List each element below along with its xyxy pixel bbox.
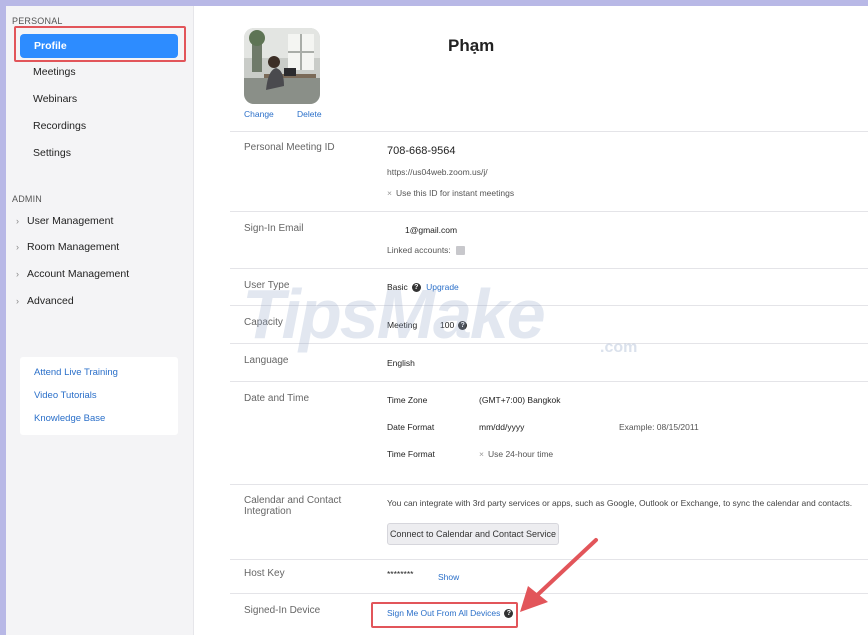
sidebar-item-settings[interactable]: Settings [19, 141, 179, 165]
host-key-label: Host Key [244, 568, 285, 579]
sidebar-item-label: Room Management [27, 241, 120, 253]
divider [230, 381, 868, 382]
divider [230, 305, 868, 306]
sidebar-item-room-management[interactable]: › Room Management [16, 241, 119, 253]
date-format-example: Example: 08/15/2011 [619, 422, 699, 432]
pmi-label: Personal Meeting ID [244, 142, 335, 153]
pmi-value: 708-668-9564 [387, 145, 456, 157]
date-time-label: Date and Time [244, 393, 310, 404]
sidebar-item-user-management[interactable]: › User Management [16, 215, 113, 227]
pmi-instant-option-text: Use this ID for instant meetings [395, 188, 515, 198]
annotation-arrow-icon [520, 538, 598, 612]
chevron-right-icon: › [16, 269, 19, 279]
profile-main: Change Delete Phạm Personal Meeting ID 7… [194, 6, 868, 635]
help-links-panel: Attend Live Training Video Tutorials Kno… [20, 357, 178, 435]
delete-photo-link[interactable]: Delete [297, 109, 322, 119]
sidebar: PERSONAL Profile Meetings Webinars Recor… [6, 6, 194, 635]
user-type-label: User Type [244, 280, 290, 291]
personal-section-label: PERSONAL [12, 16, 63, 26]
signed-in-device-label: Signed-In Device [244, 605, 321, 616]
calendar-label-line1: Calendar and Contact [244, 495, 342, 506]
linked-accounts-label: Linked accounts: [387, 245, 451, 255]
sidebar-item-webinars[interactable]: Webinars [19, 87, 179, 111]
attend-live-training-link[interactable]: Attend Live Training [34, 367, 118, 378]
time-format-label: Time Format [387, 449, 435, 459]
divider [230, 131, 868, 132]
calendar-description: You can integrate with 3rd party service… [387, 498, 853, 508]
chevron-right-icon: › [16, 296, 19, 306]
calendar-label-line2: Integration [244, 506, 292, 517]
pmi-instant-option: × Use this ID for instant meetings [387, 188, 514, 198]
knowledge-base-link[interactable]: Knowledge Base [34, 413, 105, 424]
divider [230, 211, 868, 212]
help-icon[interactable]: ? [411, 283, 421, 293]
capacity-meeting-label: Meeting [387, 320, 418, 330]
linked-account-icon[interactable] [456, 246, 466, 256]
pmi-url: https://us04web.zoom.us/j/ [387, 167, 488, 177]
upgrade-link[interactable]: Upgrade [426, 282, 459, 292]
divider [230, 268, 868, 269]
sidebar-item-advanced[interactable]: › Advanced [16, 295, 74, 307]
host-key-value: ******** [387, 569, 414, 579]
timezone-label: Time Zone [387, 395, 428, 405]
capacity-number: 100 [440, 320, 455, 330]
profile-name: Phạm [448, 36, 495, 55]
capacity-meeting-value: 100? [440, 320, 468, 331]
user-type-value: Basic? Upgrade [387, 282, 459, 293]
x-icon: × [479, 449, 484, 459]
calendar-label: Calendar and Contact Integration [244, 495, 341, 517]
sidebar-item-meetings[interactable]: Meetings [19, 60, 179, 84]
sidebar-item-account-management[interactable]: › Account Management [16, 268, 129, 280]
chevron-right-icon: › [16, 242, 19, 252]
divider [230, 343, 868, 344]
linked-accounts: Linked accounts: [387, 245, 466, 256]
signin-email-label: Sign-In Email [244, 223, 304, 234]
time-format-text: Use 24-hour time [487, 449, 554, 459]
capacity-label: Capacity [244, 317, 283, 328]
time-format-option: × Use 24-hour time [479, 449, 553, 459]
date-format-value: mm/dd/yyyy [479, 422, 525, 432]
signout-highlight-box [371, 602, 518, 628]
sidebar-item-label: User Management [27, 215, 114, 227]
timezone-value: (GMT+7:00) Bangkok [479, 395, 561, 405]
sidebar-item-label: Account Management [27, 268, 130, 280]
zoom-profile-window: PERSONAL Profile Meetings Webinars Recor… [6, 6, 868, 635]
change-photo-link[interactable]: Change [244, 109, 274, 119]
signin-email-value: 1@gmail.com [405, 225, 458, 235]
user-type-basic: Basic [387, 282, 408, 292]
divider [230, 484, 868, 485]
admin-section-label: ADMIN [12, 194, 42, 204]
chevron-right-icon: › [16, 216, 19, 226]
watermark-suffix: .com [600, 339, 638, 356]
x-icon: × [387, 188, 392, 198]
language-value: English [387, 358, 415, 368]
language-label: Language [244, 355, 289, 366]
sidebar-item-label: Advanced [27, 295, 74, 307]
profile-highlight-box [14, 26, 186, 62]
video-tutorials-link[interactable]: Video Tutorials [34, 390, 97, 401]
profile-avatar [244, 28, 320, 104]
sidebar-item-recordings[interactable]: Recordings [19, 114, 179, 138]
host-key-show-link[interactable]: Show [438, 572, 459, 582]
date-format-label: Date Format [387, 422, 435, 432]
help-icon[interactable]: ? [458, 321, 468, 331]
